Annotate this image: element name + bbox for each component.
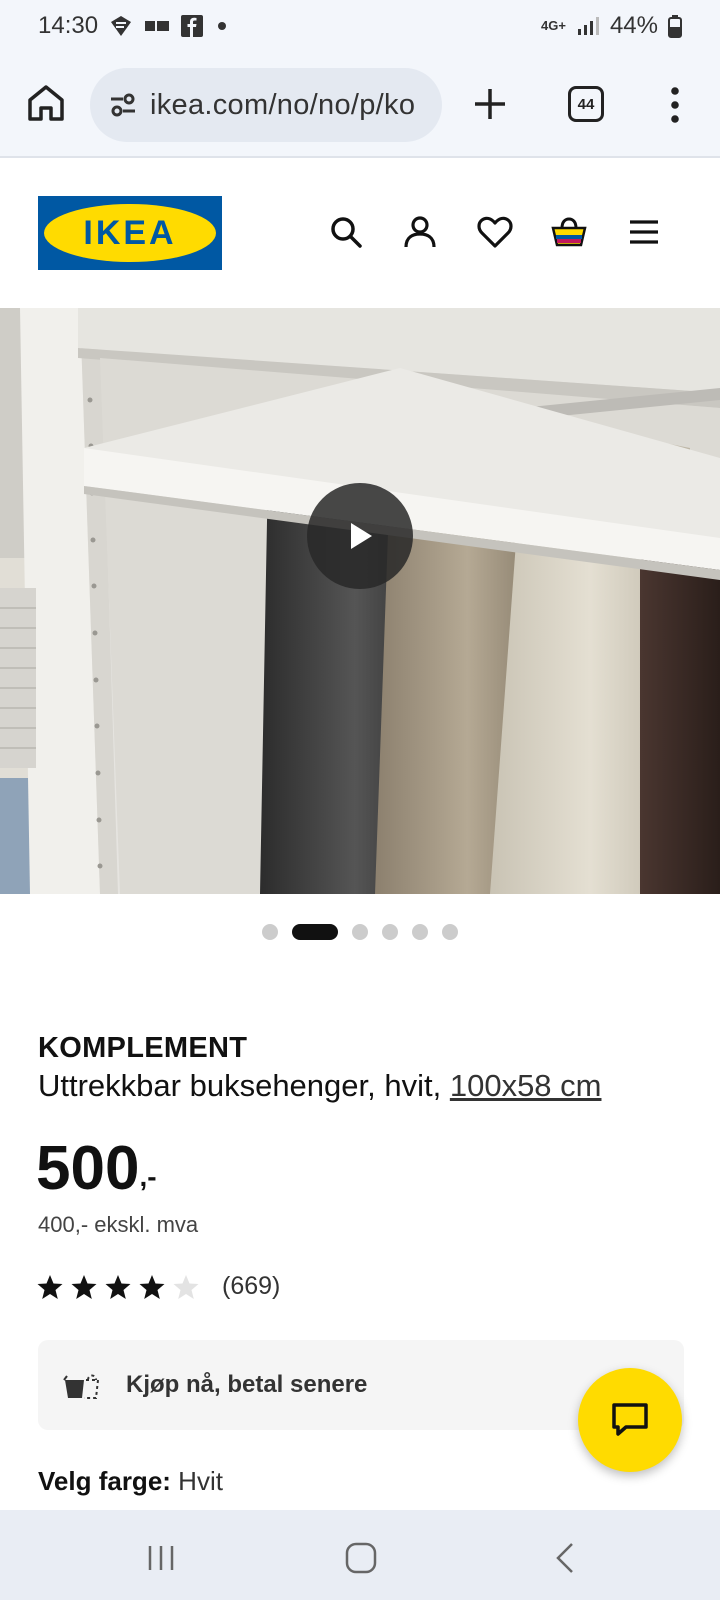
rating[interactable]: (669) — [36, 1272, 280, 1301]
product-description: Uttrekkbar buksehenger, hvit, 100x58 cm — [38, 1068, 601, 1104]
status-bar: 14:30 4G+ 44% — [0, 0, 720, 52]
url-text: ikea.com/no/no/p/ko — [150, 88, 416, 121]
review-count: (669) — [222, 1272, 281, 1300]
product-description-text: Uttrekkbar buksehenger, hvit, — [38, 1068, 442, 1103]
battery-percent: 44% — [609, 12, 658, 39]
color-value: Hvit — [178, 1466, 223, 1496]
hamburger-menu-icon[interactable] — [626, 214, 662, 250]
back-icon[interactable] — [548, 1540, 584, 1576]
star-filled-icon — [139, 1274, 165, 1299]
signal-icon — [577, 17, 599, 35]
browser-toolbar: ikea.com/no/no/p/ko 44 — [0, 52, 720, 158]
site-settings-icon[interactable] — [108, 90, 138, 120]
product-photo — [0, 308, 720, 894]
site-header: IKEA — [0, 158, 720, 308]
logo-text: IKEA — [83, 213, 177, 252]
star-filled-icon — [37, 1274, 63, 1299]
carousel-dot[interactable] — [382, 924, 398, 940]
product-brand: KOMPLEMENT — [38, 1032, 248, 1064]
network-type: 4G+ — [541, 18, 566, 33]
carousel-dot[interactable] — [442, 924, 458, 940]
dot-icon — [218, 22, 227, 30]
home-icon[interactable] — [25, 82, 67, 124]
price-suffix: ,- — [139, 1161, 157, 1192]
carousel-dot[interactable] — [352, 924, 368, 940]
pay-later-label: Kjøp nå, betal senere — [126, 1371, 368, 1398]
play-icon — [351, 523, 372, 549]
product-image[interactable] — [0, 308, 720, 894]
carousel-dot[interactable] — [292, 924, 338, 940]
address-bar[interactable]: ikea.com/no/no/p/ko — [90, 68, 442, 142]
star-filled-icon — [71, 1274, 97, 1299]
basket-icon[interactable] — [551, 214, 587, 250]
price-value: 500 — [36, 1134, 140, 1203]
play-video-button[interactable] — [307, 483, 413, 589]
tabs-icon[interactable]: 44 — [568, 86, 604, 122]
pay-later-icon — [63, 1374, 100, 1399]
tab-count: 44 — [577, 95, 595, 113]
color-label: Velg farge: — [38, 1466, 171, 1496]
search-icon[interactable] — [328, 214, 364, 250]
account-icon[interactable] — [402, 214, 438, 250]
carousel-dot[interactable] — [262, 924, 278, 940]
color-selector: Velg farge: Hvit — [38, 1466, 223, 1497]
notification-icon — [111, 16, 132, 36]
chat-button[interactable] — [578, 1368, 682, 1472]
battery-icon — [668, 15, 682, 38]
product-price: 500 ,- — [36, 1133, 157, 1204]
home-nav-icon[interactable] — [343, 1540, 379, 1576]
status-time: 14:30 — [38, 12, 99, 39]
product-size-link[interactable]: 100x58 cm — [450, 1068, 602, 1103]
new-tab-icon[interactable] — [472, 86, 508, 122]
more-menu-icon[interactable] — [665, 86, 685, 124]
chat-notification-icon — [145, 21, 170, 31]
system-nav-bar — [0, 1510, 720, 1600]
carousel-indicator — [0, 924, 720, 940]
recent-apps-icon[interactable] — [143, 1540, 179, 1576]
rating-stars — [36, 1273, 200, 1301]
chat-icon — [612, 1403, 648, 1436]
wishlist-icon[interactable] — [477, 214, 513, 250]
star-empty-icon — [173, 1274, 199, 1299]
price-excl-vat: 400,- ekskl. mva — [38, 1212, 199, 1237]
ikea-logo[interactable]: IKEA — [38, 196, 222, 270]
carousel-dot[interactable] — [412, 924, 428, 940]
facebook-icon — [181, 15, 204, 37]
star-filled-icon — [105, 1274, 131, 1299]
